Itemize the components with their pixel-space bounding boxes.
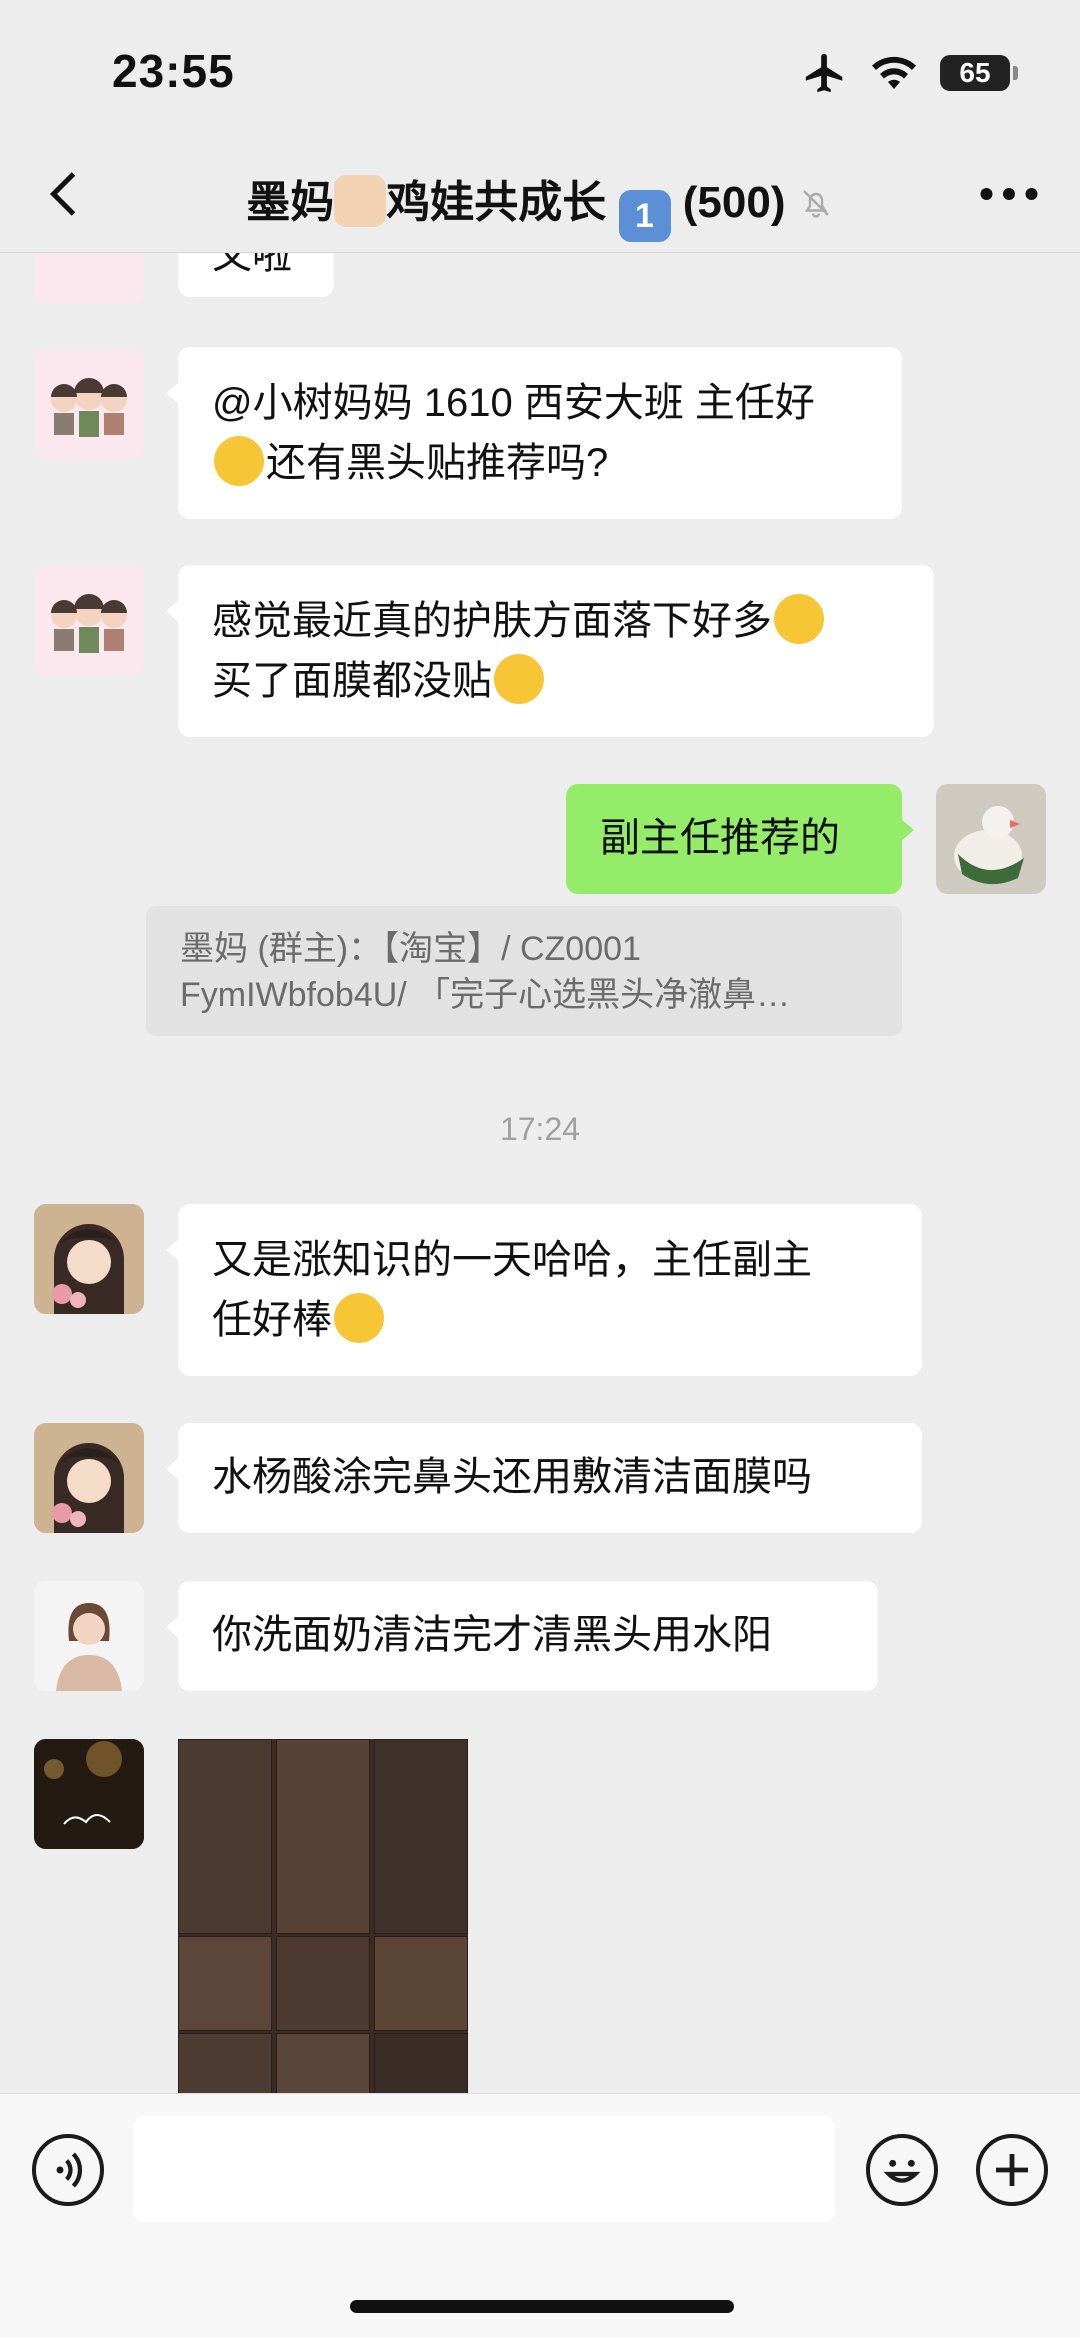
avatar[interactable] [34, 253, 144, 303]
thinking-emoji-icon [214, 436, 264, 486]
plus-icon[interactable] [976, 2134, 1048, 2206]
grinning-emoji-icon [334, 1293, 384, 1343]
message-text: 水杨酸涂完鼻头还用敷清洁面膜吗 [212, 1455, 812, 1499]
message-bubble[interactable]: 又是涨知识的一天哈哈，主任副主 任好棒 [166, 1204, 922, 1376]
status-time: 23:55 [112, 45, 235, 97]
image-tile [178, 1936, 272, 2031]
avatar[interactable] [34, 1423, 144, 1533]
quoted-message[interactable]: 墨妈 (群主)：【淘宝】/ CZ0001 FymIWbfob4U/ 「完子心选黑… [146, 906, 902, 1036]
fist-emoji-icon [334, 175, 387, 227]
image-tile [178, 2033, 272, 2093]
laughing-tears-emoji-icon [774, 594, 824, 644]
keycap-one-icon: 1 [618, 190, 671, 242]
message-text: 副主任推荐的 [600, 816, 840, 860]
time-separator: 17:24 [499, 1111, 581, 1147]
message-bubble[interactable]: @小树妈妈 1610 西安大班 主任好 还有黑头贴推荐吗? [166, 347, 902, 519]
title-text-2: 鸡娃共成长 [386, 178, 607, 227]
image-tile [374, 1936, 468, 2031]
group-title: 墨妈 鸡娃共成长 1 (500) [120, 166, 960, 242]
chat-list[interactable]: 又啦 @小树妈妈 1610 西安大班 主任好 还有黑头贴推荐吗? 感觉最近真的护… [0, 253, 1080, 2093]
title-text-1: 墨妈 [246, 178, 335, 227]
message-text-line1: 感觉最近真的护肤方面落下好多 [212, 591, 900, 651]
my-avatar[interactable] [936, 784, 1046, 894]
more-dots-icon[interactable] [974, 164, 1044, 224]
my-message-bubble[interactable]: 副主任推荐的 [566, 784, 914, 894]
avatar[interactable] [34, 1739, 144, 1849]
message-text: @小树妈妈 1610 西安大班 主任好 [212, 381, 815, 425]
chevron-left-icon[interactable] [36, 164, 96, 224]
image-tile [276, 1936, 370, 2031]
image-tile [374, 1739, 468, 1934]
bell-off-icon [802, 190, 829, 218]
image-tile [276, 2033, 370, 2093]
message-bubble[interactable]: 感觉最近真的护肤方面落下好多 买了面膜都没贴 [166, 565, 934, 737]
anime-girl-icon [34, 1204, 144, 1314]
image-message[interactable] [178, 1739, 468, 2093]
status-icons: 65 [802, 50, 1018, 96]
fireworks-avatar-icon [34, 1739, 144, 1849]
avatar[interactable] [34, 565, 144, 675]
avatar[interactable] [34, 349, 144, 459]
pensive-emoji-icon [494, 654, 544, 704]
message-bubble[interactable]: 又啦 [178, 253, 334, 297]
message-text-line2: 买了面膜都没贴 [212, 651, 900, 711]
woman-portrait-icon [34, 1581, 144, 1691]
emoji-icon[interactable] [866, 2134, 938, 2206]
bird-photo-icon [936, 784, 1046, 894]
message-text: 又啦 [212, 253, 292, 277]
image-tile [276, 1739, 370, 1934]
chat-header: 墨妈 鸡娃共成长 1 (500) [0, 140, 1080, 253]
voice-icon[interactable] [32, 2134, 104, 2206]
avatar[interactable] [34, 1581, 144, 1691]
quote-line: FymIWbfob4U/ 「完子心选黑头净澈鼻… [180, 976, 791, 1014]
message-text-line2: 任好棒 [212, 1290, 888, 1350]
cartoon-family-icon [51, 378, 127, 437]
member-count: (500) [682, 178, 786, 227]
image-tile [178, 1739, 272, 1934]
cartoon-family-icon [51, 594, 127, 653]
message-bubble[interactable]: 水杨酸涂完鼻头还用敷清洁面膜吗 [166, 1423, 922, 1533]
avatar[interactable] [34, 1204, 144, 1314]
quote-line: 墨妈 (群主)：【淘宝】/ CZ0001 [180, 930, 641, 968]
message-text-line2: 还有黑头贴推荐吗? [212, 433, 868, 493]
message-text: 你洗面奶清洁完才清黑头用水阳 [212, 1613, 772, 1657]
anime-girl-icon [34, 1423, 144, 1533]
status-bar: 23:55 65 [0, 0, 1080, 140]
message-bubble[interactable]: 你洗面奶清洁完才清黑头用水阳 [166, 1581, 878, 1691]
battery-indicator: 65 [940, 55, 1018, 91]
home-indicator [350, 2300, 734, 2313]
airplane-icon [805, 53, 843, 93]
image-tile [374, 2033, 468, 2093]
message-input[interactable] [133, 2116, 835, 2222]
message-text: 又是涨知识的一天哈哈，主任副主 [212, 1238, 812, 1282]
wifi-icon [872, 56, 916, 89]
